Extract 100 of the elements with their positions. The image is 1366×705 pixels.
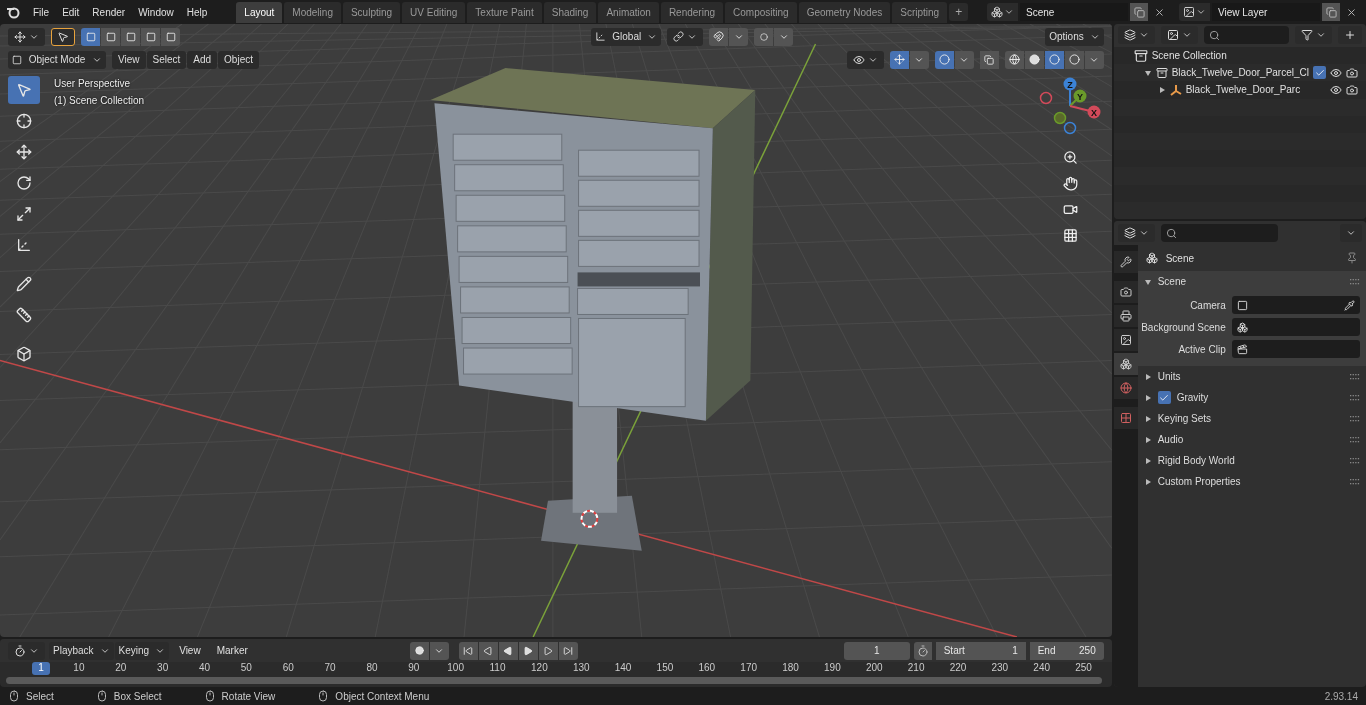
- viewport-menu[interactable]: Object: [218, 50, 259, 69]
- workspace-tab[interactable]: Animation: [598, 1, 659, 23]
- world-tab[interactable]: [1113, 377, 1138, 399]
- view-layer-dropdown[interactable]: [1179, 3, 1210, 21]
- drag-handle-icon[interactable]: [1350, 478, 1360, 485]
- workspace-tab[interactable]: Sculpting: [342, 1, 401, 23]
- disclosure-triangle[interactable]: [1143, 414, 1152, 423]
- proportional-edit-toggle[interactable]: [754, 27, 774, 46]
- drag-handle-icon[interactable]: [1350, 457, 1360, 464]
- workspace-tab[interactable]: Rendering: [660, 1, 724, 23]
- jump-end-button[interactable]: [558, 641, 578, 660]
- navigation-gizmo-drawing[interactable]: X Y Z: [1035, 76, 1106, 142]
- add-workspace-button[interactable]: +: [949, 3, 969, 21]
- gizmo-toggle[interactable]: [889, 50, 909, 69]
- drag-handle-icon[interactable]: [1350, 278, 1360, 285]
- display-mode-dropdown[interactable]: [1117, 26, 1155, 45]
- workspace-tab[interactable]: Compositing: [725, 1, 797, 23]
- overlay-toggle[interactable]: [934, 50, 954, 69]
- render-tab[interactable]: [1113, 281, 1138, 303]
- data-field[interactable]: [1231, 296, 1360, 314]
- texture-tab[interactable]: [1113, 407, 1138, 429]
- selection-mode-button[interactable]: [101, 27, 120, 46]
- rendered-shading-button[interactable]: [1064, 50, 1084, 69]
- panel-title[interactable]: Audio: [1157, 434, 1344, 445]
- editor-type-dropdown[interactable]: [1117, 224, 1155, 242]
- workspace-tab[interactable]: Modeling: [284, 1, 341, 23]
- play-button[interactable]: [518, 641, 538, 660]
- disclosure-triangle[interactable]: [1157, 85, 1166, 94]
- drag-handle-icon[interactable]: [1350, 394, 1360, 401]
- play-reverse-button[interactable]: [498, 641, 518, 660]
- panel-title[interactable]: Gravity: [1176, 392, 1344, 403]
- outliner-item-label[interactable]: Scene Collection: [1151, 50, 1358, 62]
- render-icon[interactable]: [1346, 66, 1358, 79]
- view-layer-tab[interactable]: [1113, 329, 1138, 351]
- timeline-menu[interactable]: View: [173, 643, 207, 658]
- prev-keyframe-button[interactable]: [478, 641, 498, 660]
- panel-title[interactable]: Keying Sets: [1157, 413, 1344, 424]
- options-dropdown[interactable]: Options: [1045, 27, 1104, 46]
- solid-shading-button[interactable]: [1024, 50, 1044, 69]
- disclosure-triangle[interactable]: [1143, 277, 1152, 286]
- timeline-menu[interactable]: Keying: [114, 641, 170, 660]
- disclosure-triangle[interactable]: [1143, 477, 1152, 486]
- material-shading-button[interactable]: [1044, 50, 1064, 69]
- disclosure-triangle[interactable]: [1143, 372, 1152, 381]
- viewport-menu[interactable]: Add: [187, 50, 218, 69]
- panel-title[interactable]: Custom Properties: [1157, 476, 1344, 487]
- playhead-marker[interactable]: 1: [32, 662, 50, 675]
- menu-item[interactable]: Render: [86, 4, 132, 20]
- panel-title[interactable]: Rigid Body World: [1157, 455, 1344, 466]
- scene-field[interactable]: Scene: [1020, 3, 1128, 21]
- drag-handle-icon[interactable]: [1350, 436, 1360, 443]
- workspace-tab[interactable]: Layout: [236, 1, 283, 23]
- tool-tab[interactable]: [1113, 251, 1138, 273]
- outliner-item-label[interactable]: Black_Twelve_Door_Parcel_Cl: [1171, 67, 1309, 79]
- transform-orientation-dropdown[interactable]: Global: [591, 27, 662, 46]
- visibility-dropdown[interactable]: [846, 50, 884, 69]
- jump-start-button[interactable]: [458, 641, 478, 660]
- viewport-menu[interactable]: Select: [146, 50, 187, 69]
- workspace-tab[interactable]: Texture Paint: [467, 1, 542, 23]
- editor-type-dropdown[interactable]: [8, 641, 45, 660]
- scene-type-dropdown[interactable]: [987, 3, 1018, 21]
- preview-range-toggle[interactable]: [913, 641, 932, 660]
- checkbox[interactable]: [1157, 391, 1171, 404]
- filter-dropdown[interactable]: [1295, 26, 1332, 45]
- timeline-menu[interactable]: Playback: [49, 641, 114, 660]
- disclosure-triangle[interactable]: [1143, 68, 1152, 77]
- data-field[interactable]: [1231, 318, 1360, 336]
- workspace-tab[interactable]: Geometry Nodes: [798, 1, 891, 23]
- new-collection-button[interactable]: [1338, 26, 1362, 45]
- editor-type-dropdown[interactable]: [8, 27, 45, 46]
- workspace-tab[interactable]: Shading: [543, 1, 597, 23]
- view-layer-field[interactable]: View Layer: [1212, 3, 1320, 21]
- next-keyframe-button[interactable]: [538, 641, 558, 660]
- menu-item[interactable]: Window: [132, 4, 180, 20]
- viewport-menu[interactable]: View: [112, 50, 146, 69]
- exclude-checkbox[interactable]: [1313, 66, 1326, 80]
- wireframe-shading-button[interactable]: [1004, 50, 1024, 69]
- search-field[interactable]: [1203, 26, 1289, 45]
- xray-toggle[interactable]: [979, 50, 999, 69]
- disclosure-triangle[interactable]: [1143, 456, 1152, 465]
- drag-handle-icon[interactable]: [1350, 373, 1360, 380]
- visibility-icon[interactable]: [1330, 83, 1342, 96]
- workspace-tab[interactable]: UV Editing: [402, 1, 466, 23]
- data-field[interactable]: [1231, 340, 1360, 358]
- workspace-tab[interactable]: Scripting: [892, 1, 948, 23]
- start-frame-field[interactable]: Start 1: [935, 641, 1026, 660]
- disclosure-triangle[interactable]: [1143, 393, 1152, 402]
- select-box-tool[interactable]: [8, 76, 40, 104]
- menu-item[interactable]: Edit: [56, 4, 86, 20]
- record-toggle[interactable]: [409, 641, 429, 660]
- selection-mode-button[interactable]: [161, 27, 180, 46]
- end-frame-field[interactable]: End 250: [1029, 641, 1104, 660]
- current-frame-field[interactable]: 1: [843, 641, 910, 660]
- outliner-item-label[interactable]: Black_Twelve_Door_Parc: [1185, 84, 1326, 96]
- render-icon[interactable]: [1346, 83, 1358, 96]
- snap-toggle[interactable]: [709, 27, 729, 46]
- output-tab[interactable]: [1113, 305, 1138, 327]
- panel-title[interactable]: Units: [1157, 371, 1344, 382]
- view-layer-dropdown[interactable]: [1160, 26, 1198, 45]
- search-field[interactable]: [1160, 224, 1278, 242]
